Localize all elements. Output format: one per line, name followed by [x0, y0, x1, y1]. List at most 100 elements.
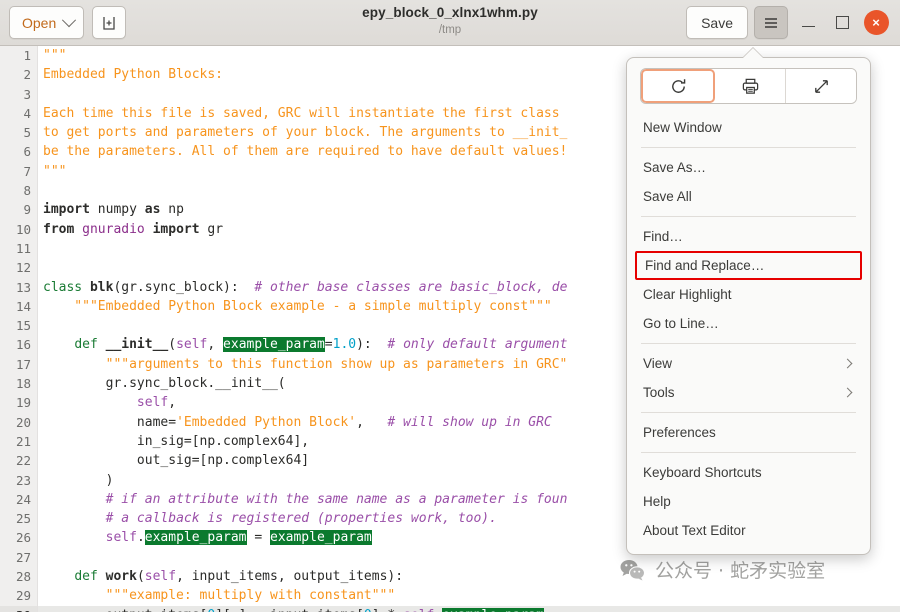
maximize-button[interactable]: [828, 9, 856, 37]
open-button-label: Open: [22, 14, 57, 31]
open-button[interactable]: Open: [9, 6, 85, 39]
code-token: =: [324, 337, 333, 353]
menu-item-help[interactable]: Help: [627, 487, 870, 516]
menu-item-clear-highlight[interactable]: Clear Highlight: [627, 280, 870, 309]
code-token: ,: [207, 337, 224, 353]
menu-item-label: Help: [643, 494, 671, 509]
menu-item-go-to-line[interactable]: Go to Line…: [627, 309, 870, 338]
text-editor-window: Open epy_block_0_xlnx1whm.py /tmp Save ×…: [0, 0, 900, 612]
menu-item-label: Tools: [643, 385, 675, 400]
code-token: 1.0: [332, 337, 357, 353]
search-match-highlight: example_param: [144, 530, 247, 546]
code-token: """: [43, 163, 67, 179]
code-line[interactable]: 30 output_items[0][:] = input_items[0] *…: [0, 605, 900, 612]
save-button[interactable]: Save: [686, 6, 748, 39]
line-number: 24: [0, 489, 38, 510]
code-line[interactable]: 29 """example: multiply with constant""": [0, 586, 900, 606]
code-token: import: [152, 221, 200, 237]
chevron-down-icon: [62, 12, 77, 27]
new-tab-button[interactable]: [92, 6, 127, 39]
menu-separator: [641, 343, 856, 344]
code-token: """Embedded Python Block example - a sim…: [43, 298, 552, 314]
main-menu-popup: New Window Save As… Save All Find… Find and …: [626, 57, 871, 555]
code-token: self: [403, 608, 434, 612]
close-button[interactable]: ×: [862, 9, 890, 37]
code-token: def: [74, 337, 98, 353]
code-token: """arguments to this function show up as…: [43, 356, 568, 372]
code-token: ] *: [372, 608, 403, 612]
search-match-highlight: example_param: [442, 607, 544, 612]
fullscreen-button[interactable]: [786, 69, 856, 103]
code-token: import: [43, 202, 90, 218]
menu-action-toolbar: [640, 68, 857, 104]
menu-item-list: New Window Save As… Save All Find… Find and …: [627, 113, 870, 545]
code-token: (: [136, 569, 145, 585]
code-token: ): [43, 472, 114, 488]
code-token: numpy: [89, 202, 145, 218]
chevron-right-icon: [842, 387, 853, 398]
menu-item-label: Keyboard Shortcuts: [643, 465, 762, 480]
code-line[interactable]: 28 def work(self, input_items, output_it…: [0, 567, 900, 587]
code-token: self: [176, 337, 208, 353]
code-token: 0: [364, 608, 372, 612]
code-token: gr: [199, 221, 224, 237]
menu-item-find-and-replace[interactable]: Find and Replace…: [635, 251, 862, 280]
line-number: 19: [0, 393, 38, 413]
print-button[interactable]: [715, 69, 786, 103]
code-token: ][:] = input_items[: [215, 608, 364, 612]
menu-item-view[interactable]: View: [627, 349, 870, 378]
code-token: output_items[: [43, 608, 208, 612]
code-token: be the parameters. All of them are requi…: [43, 144, 568, 160]
code-line-text[interactable]: output_items[0][:] = input_items[0] * se…: [38, 606, 900, 612]
code-token: ,: [168, 395, 177, 411]
code-token: def: [74, 569, 98, 585]
code-token: (gr.sync_block):: [113, 279, 255, 295]
menu-item-label: Preferences: [643, 425, 716, 440]
code-token: # will show up in GRC: [387, 414, 552, 430]
menu-item-new-window[interactable]: New Window: [627, 113, 870, 142]
chevron-right-icon: [842, 358, 853, 369]
header-left-controls: Open: [0, 6, 127, 39]
menu-item-label: Save All: [643, 189, 692, 204]
menu-item-save-all[interactable]: Save All: [627, 182, 870, 211]
menu-item-save-as[interactable]: Save As…: [627, 153, 870, 182]
menu-item-label: New Window: [643, 120, 722, 135]
line-number: 18: [0, 374, 38, 394]
new-document-plus-icon: [103, 16, 115, 30]
code-line-text[interactable]: """example: multiply with constant""": [38, 586, 900, 605]
code-token: (: [168, 337, 177, 353]
line-number: 15: [0, 316, 38, 336]
line-number: 5: [0, 123, 38, 143]
menu-item-label: View: [643, 356, 673, 371]
menu-item-keyboard-shortcuts[interactable]: Keyboard Shortcuts: [627, 458, 870, 487]
line-number: 28: [0, 567, 38, 587]
code-token: self: [144, 569, 177, 585]
minimize-button[interactable]: [794, 9, 822, 37]
hamburger-menu-button[interactable]: [754, 6, 788, 39]
reload-button[interactable]: [641, 69, 715, 103]
code-line-text[interactable]: def work(self, input_items, output_items…: [38, 567, 900, 586]
header-bar: Open epy_block_0_xlnx1whm.py /tmp Save ×: [0, 0, 900, 46]
header-right-controls: Save ×: [686, 6, 900, 39]
menu-item-tools[interactable]: Tools: [627, 378, 870, 407]
fullscreen-icon: [814, 79, 828, 93]
line-number: 17: [0, 354, 38, 375]
code-token: name=: [43, 414, 177, 430]
line-number: 8: [0, 181, 38, 201]
code-token: in_sig=[np.complex64],: [43, 433, 310, 449]
popup-arrow: [743, 48, 763, 58]
line-number: 29: [0, 586, 38, 606]
menu-item-find[interactable]: Find…: [627, 222, 870, 251]
line-number: 14: [0, 296, 38, 317]
menu-item-preferences[interactable]: Preferences: [627, 418, 870, 447]
window-minimize-icon: [801, 25, 815, 28]
line-number: 7: [0, 161, 38, 182]
menu-item-about-text-editor[interactable]: About Text Editor: [627, 516, 870, 545]
code-token: ):: [356, 337, 388, 353]
